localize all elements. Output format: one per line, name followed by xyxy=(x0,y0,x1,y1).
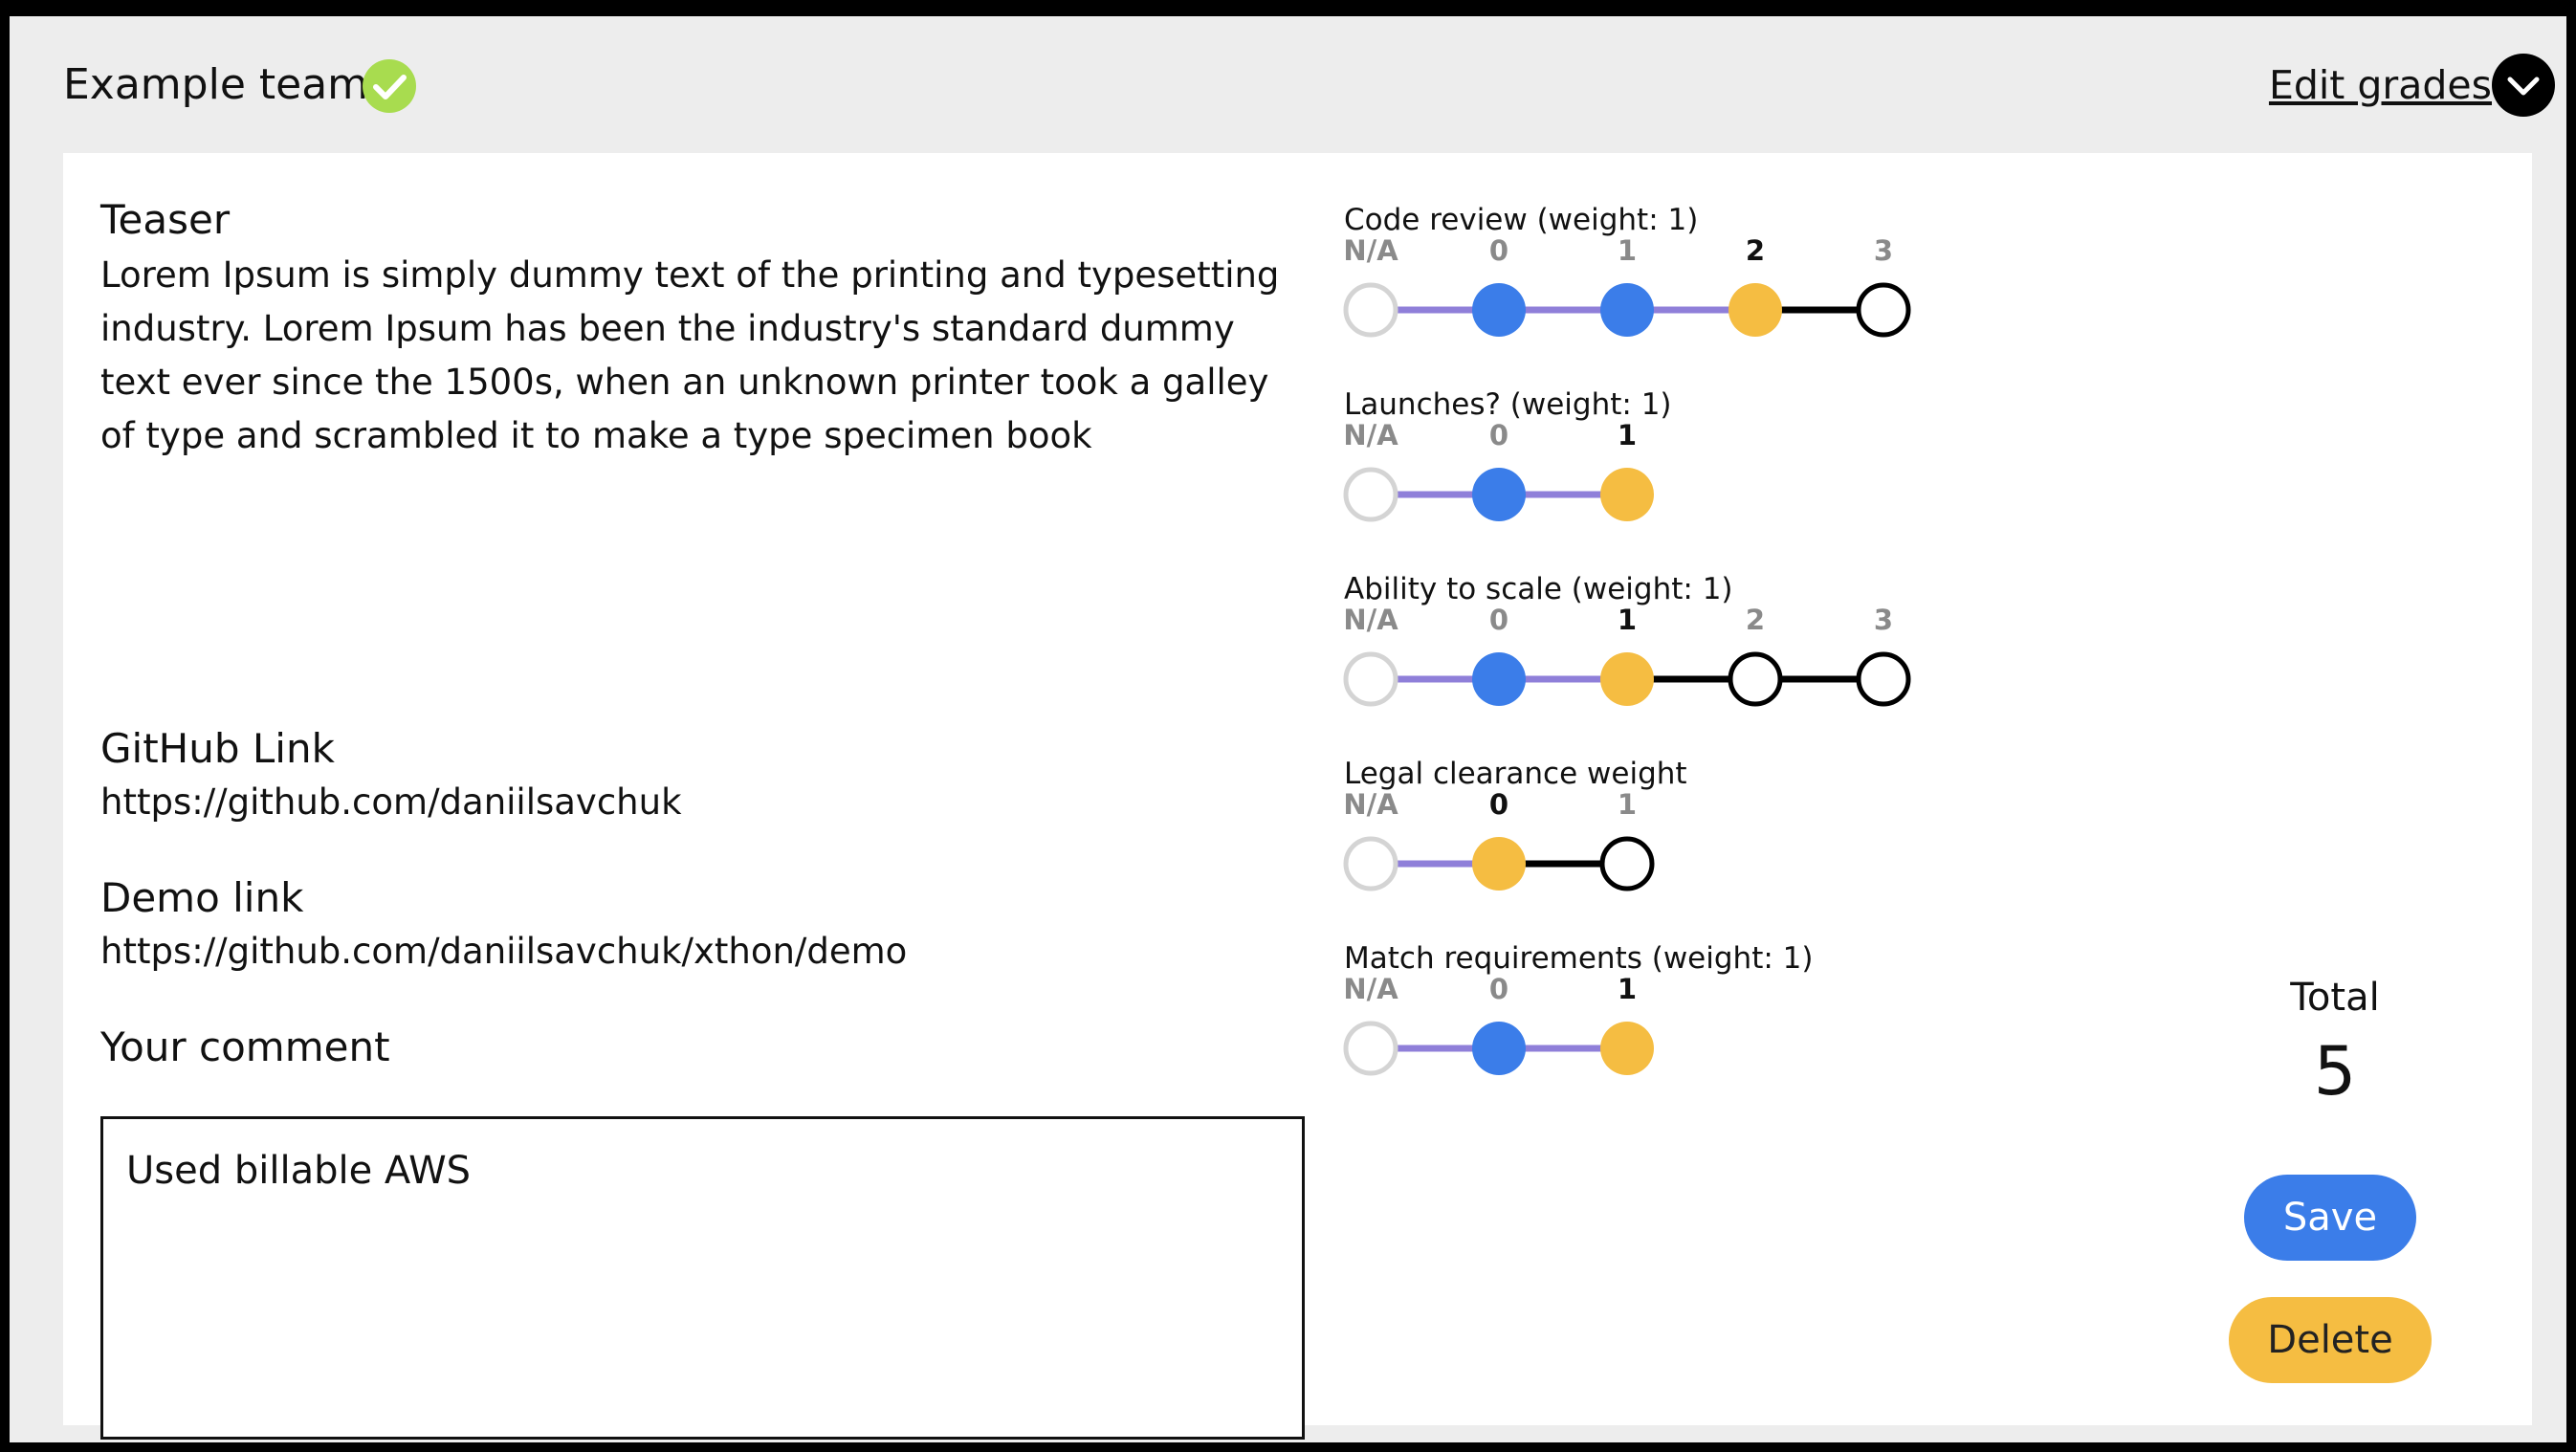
check-circle-icon xyxy=(363,59,416,113)
scale-option-label: 0 xyxy=(1489,419,1508,451)
demo-link-title: Demo link xyxy=(100,874,304,921)
scale-option-label: 1 xyxy=(1618,419,1637,451)
grade-scale: N/A 0 1 2 3 xyxy=(1343,604,1911,707)
criterion-title: Legal clearance weight xyxy=(1344,757,1687,791)
scale-option-0[interactable] xyxy=(1472,468,1526,521)
grade-scale: N/A 0 1 xyxy=(1343,973,1654,1076)
scale-option-label: 0 xyxy=(1489,788,1508,821)
teaser-title: Teaser xyxy=(100,196,231,243)
scale-option-label: 1 xyxy=(1618,234,1637,267)
criterion-3: Legal clearance weight N/A 0 1 xyxy=(1343,755,2109,922)
grade-scale: N/A 0 1 xyxy=(1343,419,1654,522)
scale-option-2[interactable] xyxy=(1728,283,1782,337)
criterion-1: Launches? (weight: 1) N/A 0 1 xyxy=(1343,385,2109,553)
scale-option-na[interactable] xyxy=(1343,1021,1398,1076)
grade-scale: N/A 0 1 xyxy=(1343,788,1655,891)
scale-option-label: 0 xyxy=(1489,973,1508,1005)
project-card: Teaser Lorem Ipsum is simply dummy text … xyxy=(63,153,2532,1440)
scale-option-label: N/A xyxy=(1343,419,1398,451)
scale-option-label: 0 xyxy=(1489,234,1508,267)
scale-option-1[interactable] xyxy=(1600,468,1654,521)
total-value: 5 xyxy=(2313,1032,2357,1111)
scale-option-1[interactable] xyxy=(1599,836,1655,891)
scale-option-label: 1 xyxy=(1618,604,1637,636)
criterion-title: Launches? (weight: 1) xyxy=(1344,387,1672,422)
criterion-2: Ability to scale (weight: 1) N/A 0 1 2 3 xyxy=(1343,570,2109,737)
team-name: Example team xyxy=(63,60,369,109)
comment-textarea[interactable]: Used billable AWS xyxy=(100,1116,1305,1440)
scale-option-1[interactable] xyxy=(1600,283,1654,337)
scale-option-label: 3 xyxy=(1874,604,1893,636)
scale-option-2[interactable] xyxy=(1728,651,1783,707)
chevron-down-icon[interactable] xyxy=(2492,54,2555,117)
scale-option-label: N/A xyxy=(1343,234,1398,267)
grading-panel: Example team Edit grades Teaser Lorem Ip… xyxy=(10,16,2566,1442)
panel-header: Example team Edit grades xyxy=(10,16,2566,153)
scale-option-1[interactable] xyxy=(1600,652,1654,706)
criterion-title: Match requirements (weight: 1) xyxy=(1344,941,1814,976)
grade-scale: N/A 0 1 2 3 xyxy=(1343,234,1911,338)
criterion-title: Code review (weight: 1) xyxy=(1344,203,1699,237)
scale-option-na[interactable] xyxy=(1343,467,1398,522)
scale-option-0[interactable] xyxy=(1472,652,1526,706)
total-label: Total xyxy=(2290,976,2380,1020)
scale-option-3[interactable] xyxy=(1856,651,1911,707)
scale-option-0[interactable] xyxy=(1472,1022,1526,1075)
scale-option-0[interactable] xyxy=(1472,837,1526,891)
criterion-4: Match requirements (weight: 1) N/A 0 1 xyxy=(1343,939,2109,1107)
save-button[interactable]: Save xyxy=(2244,1175,2416,1261)
demo-link[interactable]: https://github.com/daniilsavchuk/xthon/d… xyxy=(100,928,907,976)
scale-option-na[interactable] xyxy=(1343,282,1398,338)
teaser-text: Lorem Ipsum is simply dummy text of the … xyxy=(100,254,1280,456)
scale-option-label: 1 xyxy=(1618,973,1637,1005)
scale-option-label: 1 xyxy=(1618,788,1637,821)
github-link[interactable]: https://github.com/daniilsavchuk xyxy=(100,779,682,826)
scale-option-label: 2 xyxy=(1746,234,1765,267)
scale-option-label: N/A xyxy=(1343,973,1398,1005)
comment-title: Your comment xyxy=(100,1023,390,1070)
github-link-title: GitHub Link xyxy=(100,725,335,772)
scale-option-label: 2 xyxy=(1746,604,1765,636)
scale-option-label: 3 xyxy=(1874,234,1893,267)
criterion-title: Ability to scale (weight: 1) xyxy=(1344,572,1733,606)
scale-option-label: N/A xyxy=(1343,788,1398,821)
scale-option-label: 0 xyxy=(1489,604,1508,636)
scale-option-3[interactable] xyxy=(1856,282,1911,338)
scale-option-na[interactable] xyxy=(1343,836,1398,891)
edit-grades-link[interactable]: Edit grades xyxy=(2269,56,2492,114)
scale-option-na[interactable] xyxy=(1343,651,1398,707)
scale-option-1[interactable] xyxy=(1600,1022,1654,1075)
delete-button[interactable]: Delete xyxy=(2229,1297,2432,1383)
scale-option-label: N/A xyxy=(1343,604,1398,636)
scale-option-0[interactable] xyxy=(1472,283,1526,337)
criterion-0: Code review (weight: 1) N/A 0 1 2 3 xyxy=(1343,201,2109,368)
